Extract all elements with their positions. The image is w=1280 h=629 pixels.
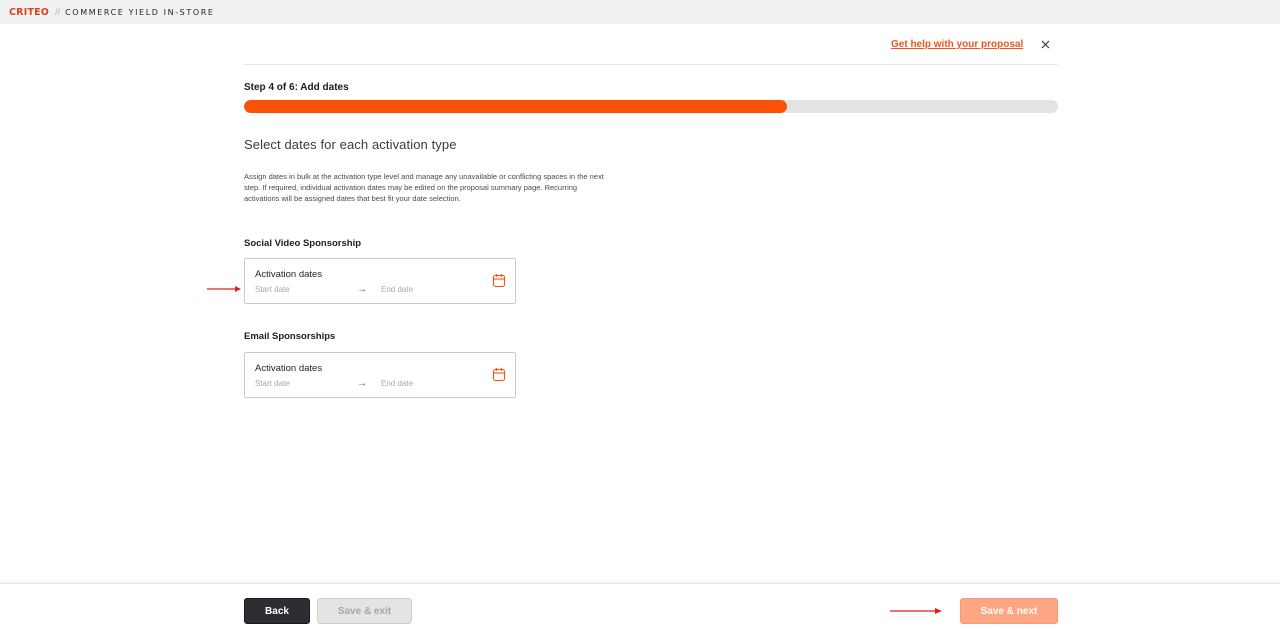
start-date-input[interactable]: Start date: [255, 285, 290, 294]
logo-part-1: CR: [9, 6, 24, 18]
product-name: COMMERCE YIELD IN-STORE: [65, 7, 215, 17]
progress-fill: [244, 100, 787, 113]
section-description: Assign dates in bulk at the activation t…: [244, 172, 604, 203]
brand-separator: //: [55, 7, 61, 17]
progress-bar: [244, 100, 1058, 113]
activation-dates-picker-social-video[interactable]: Activation dates Start date → End date: [244, 258, 516, 304]
close-icon[interactable]: [1039, 38, 1052, 51]
end-date-input[interactable]: End date: [381, 285, 413, 294]
criteo-logo[interactable]: CRITEO: [9, 7, 49, 18]
end-date-input[interactable]: End date: [381, 379, 413, 388]
activation-dates-picker-email[interactable]: Activation dates Start date → End date: [244, 352, 516, 398]
save-exit-button[interactable]: Save & exit: [317, 598, 412, 624]
logo-part-3: TEO: [27, 6, 50, 18]
calendar-icon[interactable]: [492, 273, 506, 288]
group-title-email: Email Sponsorships: [244, 331, 336, 342]
arrow-right-icon: →: [357, 284, 367, 295]
date-picker-label: Activation dates: [255, 363, 323, 374]
top-bar: CRITEO // COMMERCE YIELD IN-STORE: [0, 0, 1280, 24]
header-divider: [244, 64, 1058, 65]
annotation-arrow-icon: [207, 286, 241, 292]
start-date-input[interactable]: Start date: [255, 379, 290, 388]
help-link[interactable]: Get help with your proposal: [891, 39, 1023, 50]
arrow-right-icon: →: [357, 378, 367, 389]
step-label: Step 4 of 6: Add dates: [244, 82, 349, 93]
calendar-icon[interactable]: [492, 367, 506, 382]
back-button[interactable]: Back: [244, 598, 310, 624]
section-title: Select dates for each activation type: [244, 137, 457, 152]
group-title-social-video: Social Video Sponsorship: [244, 238, 362, 249]
annotation-arrow-icon: [890, 608, 942, 614]
save-next-button[interactable]: Save & next: [960, 598, 1058, 624]
footer-bar: Back Save & exit Save & next: [0, 583, 1280, 629]
date-picker-label: Activation dates: [255, 269, 323, 280]
